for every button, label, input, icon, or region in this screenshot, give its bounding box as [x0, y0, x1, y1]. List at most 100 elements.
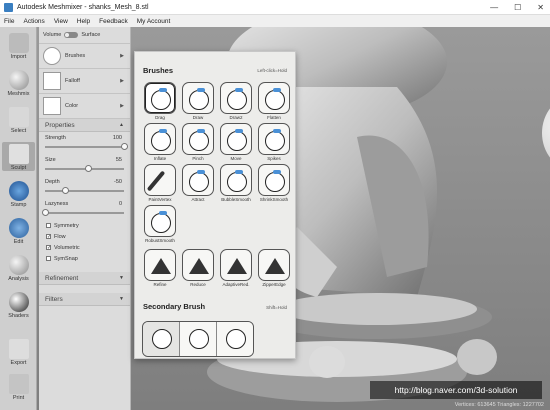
brush-spikes[interactable]: Spikes [257, 123, 291, 163]
shaders-tool[interactable]: Shaders [2, 290, 35, 319]
symsnap-checkbox[interactable]: SymSnap [39, 253, 130, 264]
strength-slider[interactable]: Strength 100 [39, 132, 130, 154]
stamp-tool[interactable]: Stamp [2, 179, 35, 208]
brush-refine[interactable]: Refine [143, 249, 177, 289]
volume-surface-toggle[interactable] [64, 32, 79, 38]
depth-knob[interactable] [61, 187, 69, 194]
close-button[interactable]: ✕ [537, 3, 544, 12]
triangle-mesh-icon [189, 258, 209, 274]
arrow-right-icon: ▶ [120, 78, 124, 84]
size-knob[interactable] [85, 165, 93, 172]
import-tool[interactable]: Import [2, 31, 35, 60]
surface-label: Surface [81, 32, 101, 38]
filters-header[interactable]: Filters ▼ [39, 293, 130, 306]
brush-inflate[interactable]: Inflate [143, 123, 177, 163]
secondary-brush-3[interactable] [217, 322, 253, 356]
sphere-brush-icon [189, 170, 209, 192]
falloff-curve-icon [43, 72, 61, 90]
sphere-brush-icon [189, 129, 209, 151]
falloff-dropdown[interactable]: Falloff ▶ [39, 69, 130, 94]
meshmix-tool[interactable]: Meshmix [2, 68, 35, 97]
brush-zipperedge[interactable]: ZipperEdge [257, 249, 291, 289]
secondary-brush-1[interactable] [143, 322, 180, 356]
brush-adaptivered[interactable]: AdaptiveRed. [219, 249, 253, 289]
print-tool[interactable]: Print [2, 372, 35, 401]
title-bar: Autodesk Meshmixer - shanks_Mesh_8.stl —… [0, 0, 550, 15]
menu-bar: File Actions View Help Feedback My Accou… [0, 15, 550, 27]
sculpt-properties-panel: Volume Surface Brushes ▶ Falloff ▶ Color… [39, 27, 131, 410]
sphere-brush-icon [226, 329, 246, 349]
secondary-brush-title: Secondary Brush [143, 302, 206, 311]
sphere-brush-icon [227, 88, 247, 110]
brush-drag[interactable]: Drag [143, 82, 177, 122]
menu-view[interactable]: View [54, 18, 68, 25]
depth-slider[interactable]: Depth -50 [39, 176, 130, 198]
export-tool[interactable]: Export [2, 337, 35, 366]
sphere-brush-icon [265, 88, 285, 110]
brushes-popup: Brushes Left-click=Hold Secondary Brush … [134, 51, 296, 359]
sphere-brush-icon [152, 329, 172, 349]
properties-header[interactable]: Properties ▲ [39, 119, 130, 132]
expand-arrow-icon: ▼ [119, 296, 124, 302]
lazyness-knob[interactable] [42, 209, 49, 216]
flow-checkbox[interactable]: ✓ Flow [39, 231, 130, 242]
brush-shrinksmooth[interactable]: ShrinkSmooth [257, 164, 291, 204]
brushes-dropdown[interactable]: Brushes ▶ [39, 44, 130, 69]
sphere-brush-icon [227, 129, 247, 151]
collapse-arrow-icon: ▲ [119, 122, 124, 128]
sphere-brush-icon [151, 88, 171, 110]
brush-paintvertex[interactable]: PaintVertex [143, 164, 177, 204]
analysis-tool[interactable]: Analysis [2, 253, 35, 282]
meshmixer-logo-icon [4, 2, 13, 12]
volumetric-checkbox[interactable]: ✓ Volumetric [39, 242, 130, 253]
shaders-icon [8, 292, 29, 312]
paint-pen-icon [146, 170, 166, 192]
menu-my-account[interactable]: My Account [137, 18, 171, 25]
triangle-mesh-icon [265, 258, 285, 274]
sphere-brush-icon [189, 329, 209, 349]
menu-actions[interactable]: Actions [23, 18, 44, 25]
brush-flatten[interactable]: Flatten [257, 82, 291, 122]
watermark: http://blog.naver.com/3d-solution [370, 381, 542, 399]
sphere-brush-icon [151, 211, 171, 233]
brush-draw[interactable]: Draw [181, 82, 215, 122]
menu-help[interactable]: Help [77, 18, 90, 25]
sphere-brush-icon [265, 170, 285, 192]
brush-draw2[interactable]: Draw2 [219, 82, 253, 122]
select-arrow-icon [8, 107, 29, 127]
export-icon [8, 339, 29, 359]
print-icon [8, 374, 29, 394]
brush-attract[interactable]: Attract [181, 164, 215, 204]
brush-reduce[interactable]: Reduce [181, 249, 215, 289]
sphere-brush-icon [151, 129, 171, 151]
symmetry-checkbox[interactable]: Symmetry [39, 220, 130, 231]
maximize-button[interactable]: ☐ [514, 3, 521, 12]
minimize-button[interactable]: — [490, 3, 498, 12]
refinement-header[interactable]: Refinement ▼ [39, 272, 130, 285]
menu-file[interactable]: File [4, 18, 14, 25]
brush-move[interactable]: Move [219, 123, 253, 163]
sculpt-tool[interactable]: Sculpt [2, 142, 35, 171]
secondary-brush-row [142, 321, 254, 357]
mesh-stats: Vertices: 613645 Triangles: 1227702 [454, 402, 544, 408]
color-swatch [43, 97, 61, 115]
volume-surface-toggle-row: Volume Surface [39, 27, 130, 44]
edit-tool[interactable]: Edit [2, 216, 35, 245]
triangle-mesh-icon [227, 258, 247, 274]
size-slider[interactable]: Size 55 [39, 154, 130, 176]
brush-pinch[interactable]: Pinch [181, 123, 215, 163]
meshmix-icon [8, 70, 29, 90]
sphere-brush-icon [227, 170, 247, 192]
color-dropdown[interactable]: Color ▶ [39, 94, 130, 119]
brush-bubblesmooth[interactable]: BubbleSmooth [219, 164, 253, 204]
edit-icon [8, 218, 29, 238]
menu-feedback[interactable]: Feedback [99, 18, 128, 25]
brushes-title: Brushes [143, 66, 174, 75]
brush-preview-icon [43, 47, 61, 65]
select-tool[interactable]: Select [2, 105, 35, 134]
brushes-hint: Left-click=Hold [257, 68, 287, 73]
lazyness-slider[interactable]: Lazyness 0 [39, 198, 130, 220]
strength-knob[interactable] [121, 143, 128, 150]
brush-robustsmooth[interactable]: RobustSmooth [143, 205, 177, 245]
secondary-brush-2[interactable] [180, 322, 217, 356]
